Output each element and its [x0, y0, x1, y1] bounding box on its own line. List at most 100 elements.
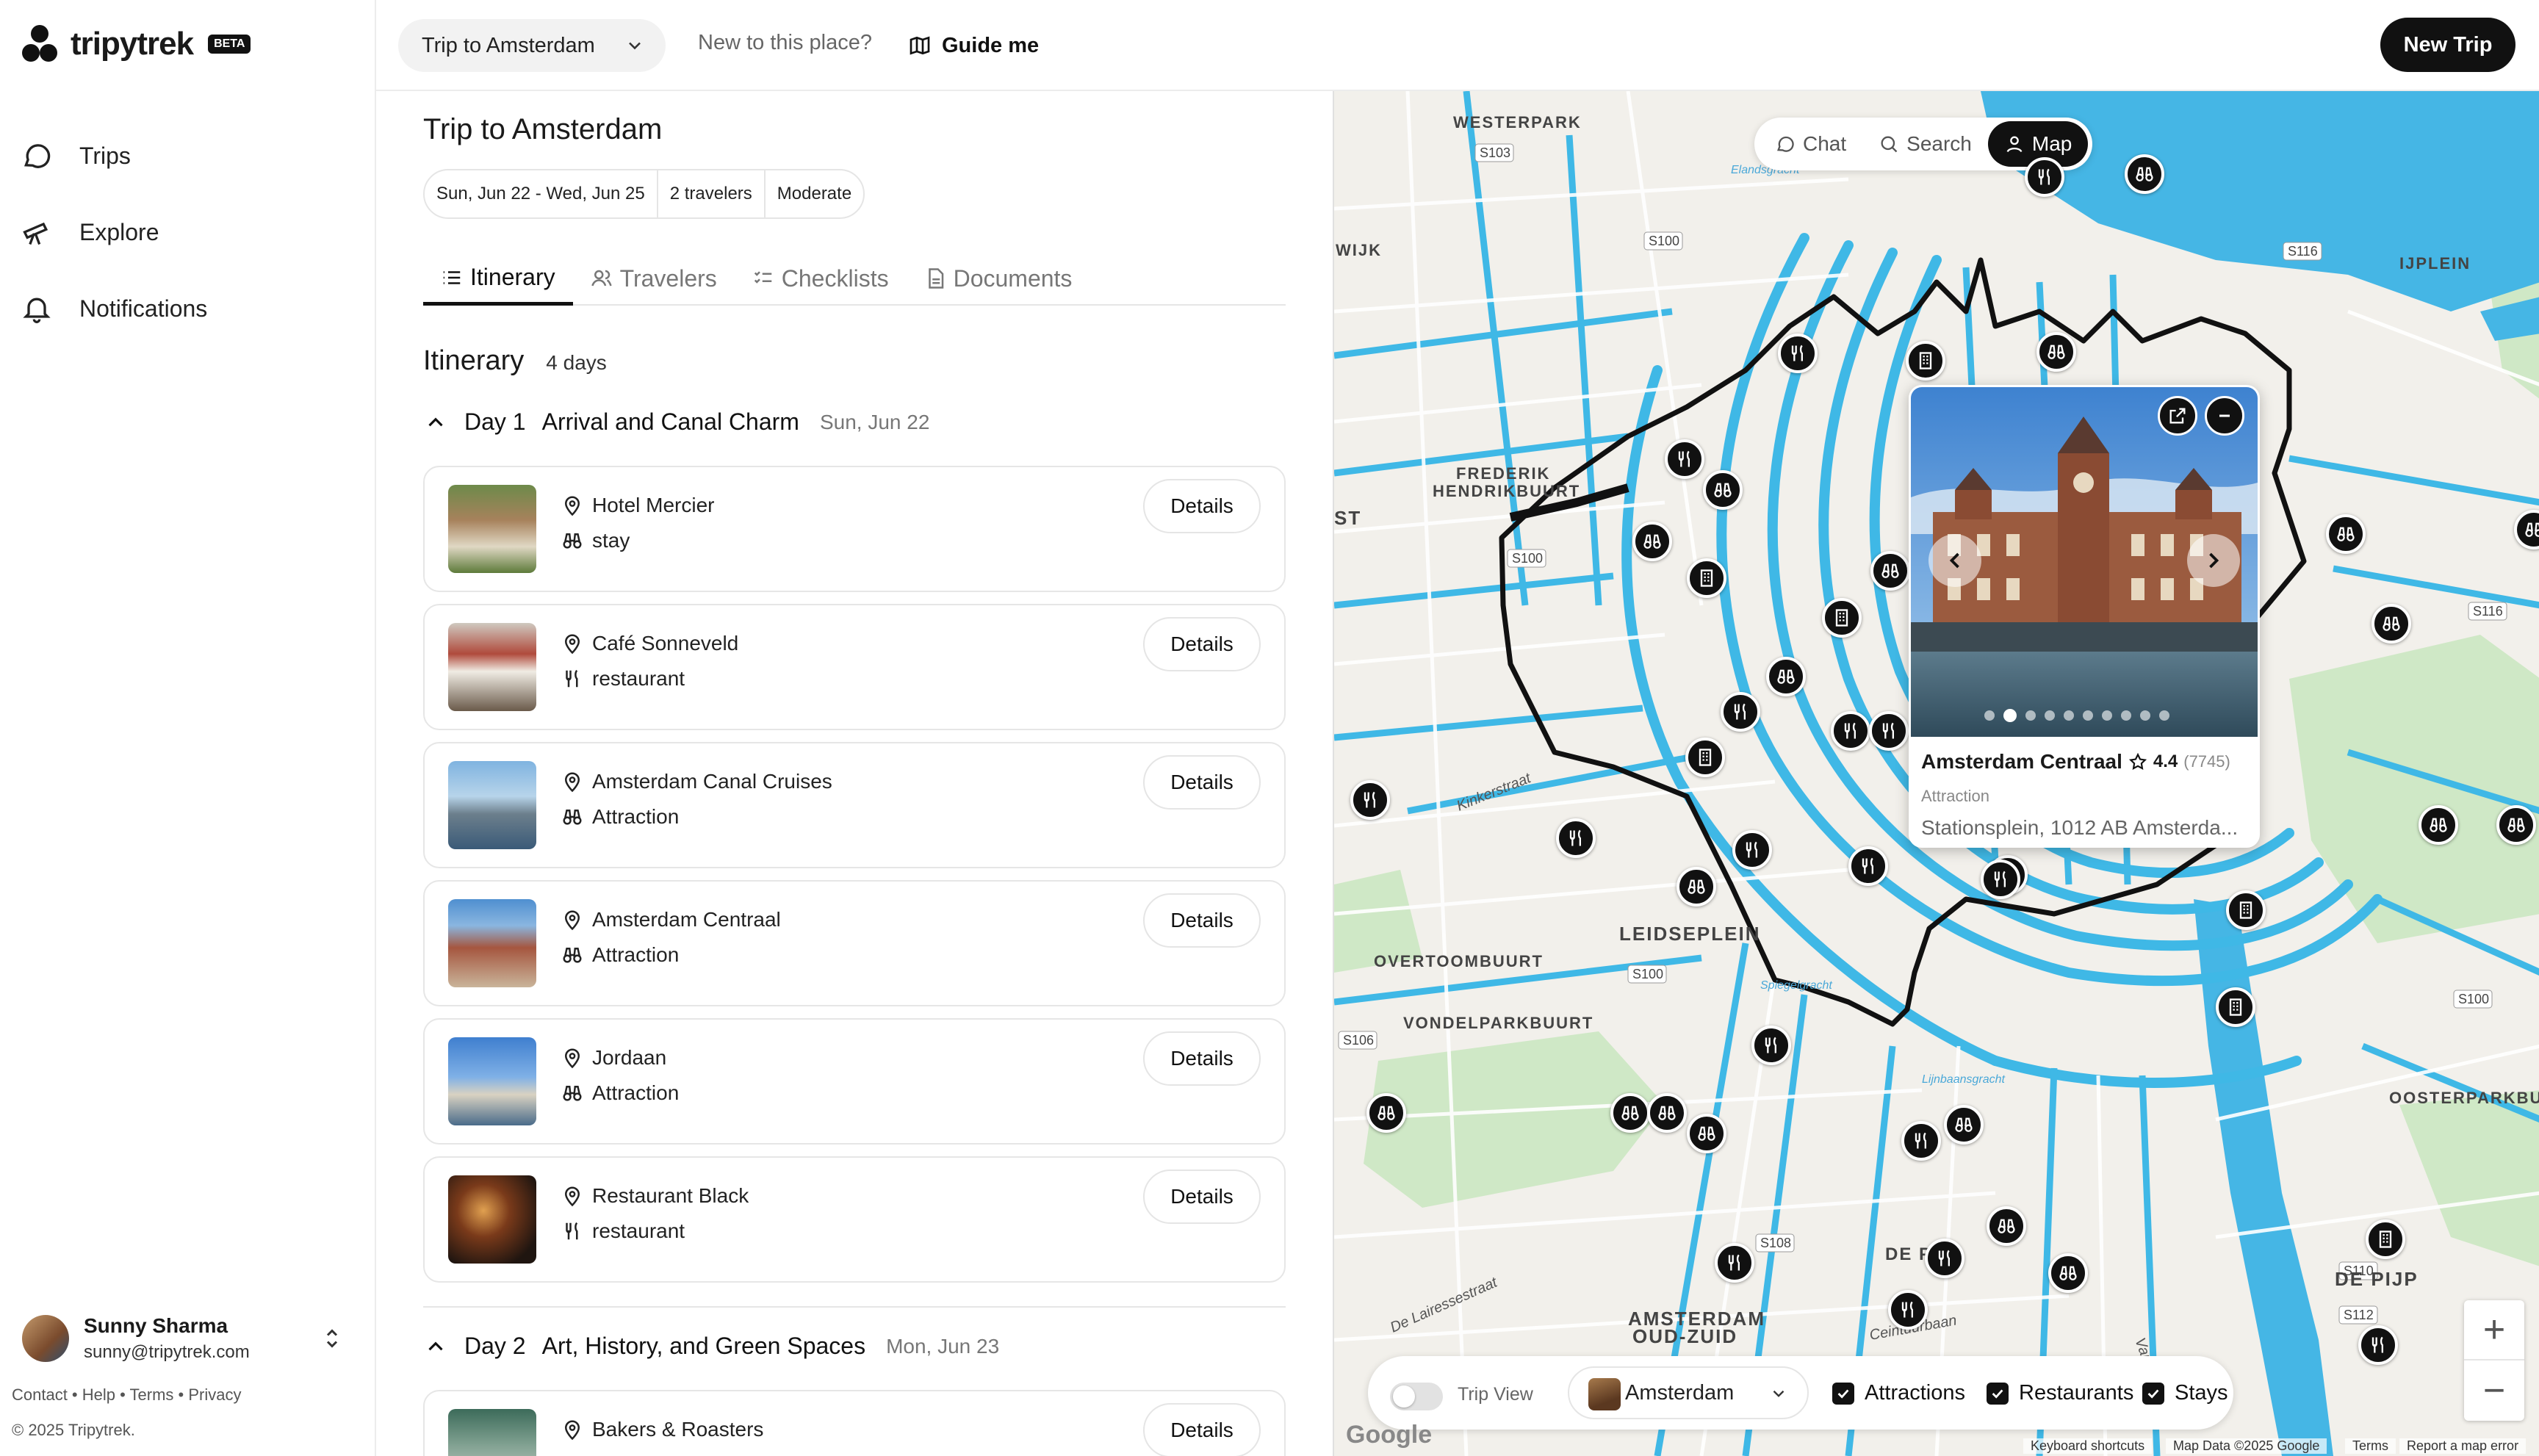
- itinerary-item[interactable]: Jordaan Attraction Details: [423, 1018, 1286, 1145]
- zoom-in-button[interactable]: +: [2464, 1300, 2524, 1361]
- carousel-dot[interactable]: [2064, 710, 2074, 721]
- checkbox-checked[interactable]: [2142, 1382, 2164, 1405]
- guide-me-button[interactable]: Guide me: [908, 25, 1039, 66]
- restaurant-marker[interactable]: [2025, 157, 2064, 197]
- close-popup-button[interactable]: [2205, 396, 2244, 436]
- restaurant-marker[interactable]: [1925, 1239, 1964, 1278]
- restaurant-marker[interactable]: [1350, 780, 1390, 820]
- attraction-marker[interactable]: [1366, 1093, 1406, 1133]
- stay-marker[interactable]: [2226, 890, 2266, 930]
- trip-view-toggle[interactable]: [1390, 1383, 1443, 1410]
- details-button[interactable]: Details: [1143, 1403, 1261, 1456]
- chevron-up-down-icon[interactable]: [319, 1325, 345, 1352]
- carousel-dot[interactable]: [1984, 710, 1995, 721]
- stay-marker[interactable]: [1906, 341, 1945, 381]
- stay-marker[interactable]: [1685, 738, 1725, 777]
- restaurant-marker[interactable]: [1831, 711, 1870, 751]
- attraction-marker[interactable]: [1677, 867, 1716, 907]
- carousel-dot[interactable]: [2102, 710, 2112, 721]
- carousel-next-button[interactable]: [2187, 534, 2240, 587]
- attraction-marker[interactable]: [1870, 551, 1910, 591]
- user-menu[interactable]: Sunny Sharma sunny@tripytrek.com: [22, 1312, 360, 1365]
- attraction-marker[interactable]: [1632, 522, 1672, 561]
- itinerary-item[interactable]: Café Sonneveld restaurant Details: [423, 604, 1286, 730]
- tab-travelers[interactable]: Travelers: [573, 253, 735, 304]
- attraction-marker[interactable]: [1703, 470, 1743, 510]
- attraction-marker[interactable]: [2048, 1253, 2088, 1293]
- restaurant-marker[interactable]: [1981, 859, 2020, 899]
- details-button[interactable]: Details: [1143, 1031, 1261, 1086]
- attraction-marker[interactable]: [2496, 805, 2536, 845]
- sidebar-item-explore[interactable]: Explore: [21, 194, 359, 270]
- carousel-dot[interactable]: [2003, 709, 2017, 722]
- tab-chat[interactable]: Chat: [1759, 121, 1862, 167]
- trip-travelers[interactable]: 2 travelers: [658, 170, 766, 217]
- terms-link[interactable]: Terms: [2345, 1438, 2396, 1454]
- tab-checklists[interactable]: Checklists: [735, 253, 907, 304]
- trip-selector[interactable]: Trip to Amsterdam: [398, 19, 666, 72]
- details-button[interactable]: Details: [1143, 479, 1261, 533]
- carousel-dot[interactable]: [2025, 710, 2036, 721]
- restaurant-marker[interactable]: [1901, 1121, 1941, 1161]
- filter-restaurants[interactable]: Restaurants: [1987, 1381, 2133, 1405]
- tab-itinerary[interactable]: Itinerary: [423, 253, 573, 306]
- report-error-link[interactable]: Report a map error: [2399, 1438, 2527, 1454]
- checkbox-checked[interactable]: [1832, 1382, 1854, 1405]
- details-button[interactable]: Details: [1143, 617, 1261, 671]
- restaurant-marker[interactable]: [1751, 1026, 1791, 1065]
- carousel-dot[interactable]: [2140, 710, 2150, 721]
- attraction-marker[interactable]: [1987, 1206, 2026, 1246]
- restaurant-marker[interactable]: [1848, 846, 1888, 886]
- attraction-marker[interactable]: [2419, 805, 2458, 845]
- restaurant-marker[interactable]: [1721, 692, 1760, 732]
- restaurant-marker[interactable]: [1732, 830, 1772, 870]
- new-trip-button[interactable]: New Trip: [2380, 18, 2515, 72]
- carousel-dot[interactable]: [2045, 710, 2055, 721]
- sidebar-item-trips[interactable]: Trips: [21, 118, 359, 194]
- attraction-marker[interactable]: [1687, 1114, 1726, 1153]
- sidebar-item-notifications[interactable]: Notifications: [21, 270, 359, 347]
- place-popup[interactable]: Amsterdam Centraal 4.4 (7745) Attraction…: [1909, 385, 2260, 848]
- brand-logo[interactable]: tripytrek BETA: [22, 25, 251, 63]
- itinerary-item[interactable]: Restaurant Black restaurant Details: [423, 1156, 1286, 1283]
- restaurant-marker[interactable]: [1556, 818, 1596, 858]
- tab-documents[interactable]: Documents: [907, 253, 1090, 304]
- trip-pace[interactable]: Moderate: [766, 170, 863, 217]
- restaurant-marker[interactable]: [1665, 439, 1704, 479]
- details-button[interactable]: Details: [1143, 893, 1261, 948]
- carousel-dot[interactable]: [2159, 710, 2169, 721]
- checkbox-checked[interactable]: [1987, 1382, 2009, 1405]
- itinerary-item[interactable]: Amsterdam Canal Cruises Attraction Detai…: [423, 742, 1286, 868]
- carousel-dot[interactable]: [2121, 710, 2131, 721]
- restaurant-marker[interactable]: [1778, 334, 1818, 373]
- restaurant-marker[interactable]: [1888, 1290, 1928, 1330]
- attraction-marker[interactable]: [2371, 604, 2411, 644]
- trip-dates[interactable]: Sun, Jun 22 - Wed, Jun 25: [425, 170, 658, 217]
- day-header[interactable]: Day 1 Arrival and Canal Charm Sun, Jun 2…: [423, 408, 929, 436]
- filter-stays[interactable]: Stays: [2142, 1381, 2228, 1405]
- keyboard-shortcuts-link[interactable]: Keyboard shortcuts: [2023, 1438, 2153, 1454]
- attraction-marker[interactable]: [1766, 657, 1806, 696]
- attraction-marker[interactable]: [2036, 332, 2076, 372]
- stay-marker[interactable]: [2366, 1219, 2405, 1259]
- itinerary-item[interactable]: Amsterdam Centraal Attraction Details: [423, 880, 1286, 1006]
- tab-search[interactable]: Search: [1862, 121, 1988, 167]
- stay-marker[interactable]: [1822, 598, 1862, 638]
- details-button[interactable]: Details: [1143, 755, 1261, 810]
- zoom-out-button[interactable]: −: [2464, 1361, 2524, 1421]
- restaurant-marker[interactable]: [2358, 1325, 2398, 1365]
- city-selector[interactable]: Amsterdam: [1568, 1366, 1809, 1419]
- day-header[interactable]: Day 2 Art, History, and Green Spaces Mon…: [423, 1333, 999, 1360]
- map-view[interactable]: S103 S100 S116 S100 S116 S100 S106 S100 …: [1333, 91, 2539, 1456]
- itinerary-item[interactable]: Bakers & Roasters Details: [423, 1390, 1286, 1456]
- attraction-marker[interactable]: [1944, 1105, 1984, 1145]
- attraction-marker[interactable]: [1647, 1093, 1687, 1133]
- open-external-button[interactable]: [2158, 396, 2197, 436]
- carousel-dot[interactable]: [2083, 710, 2093, 721]
- attraction-marker[interactable]: [2125, 154, 2164, 194]
- stay-marker[interactable]: [1687, 558, 1726, 598]
- itinerary-item[interactable]: Hotel Mercier stay Details: [423, 466, 1286, 592]
- footer-links[interactable]: Contact • Help • Terms • Privacy: [12, 1385, 241, 1405]
- restaurant-marker[interactable]: [1869, 711, 1909, 751]
- carousel-prev-button[interactable]: [1928, 534, 1981, 587]
